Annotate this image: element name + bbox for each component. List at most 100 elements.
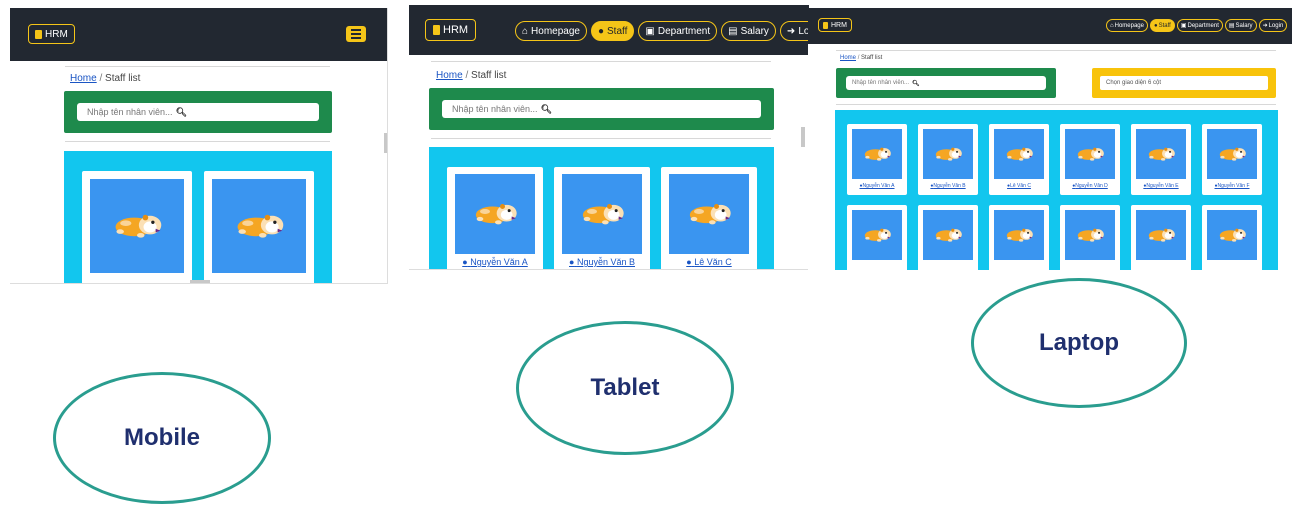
brand-button[interactable]: HRM	[818, 18, 852, 32]
divider	[65, 66, 330, 67]
database-icon	[35, 29, 42, 39]
staff-name-link[interactable]: ● Nguyễn Văn A	[447, 257, 543, 267]
breadcrumb-current: Staff list	[471, 70, 507, 81]
staff-card[interactable]	[1060, 205, 1120, 270]
staff-card[interactable]	[847, 205, 907, 270]
staff-card[interactable]	[204, 171, 314, 283]
staff-name-link[interactable]: ●Nguyễn Văn B	[918, 183, 978, 189]
breadcrumb-home-link[interactable]: Home	[840, 55, 856, 61]
staff-photo	[1136, 129, 1186, 179]
hamburger-icon	[351, 29, 361, 31]
staff-card[interactable]	[918, 205, 978, 270]
staff-grid: ●Nguyễn Văn A ●Nguyễn Văn B ●Lê Văn C ●N…	[835, 110, 1278, 270]
search-input[interactable]: Nhập tên nhân viên... 🔍︎	[846, 76, 1046, 90]
running-hamster-icon	[1006, 147, 1033, 161]
staff-card[interactable]: ● Lê Văn C	[661, 167, 757, 269]
nav-staff[interactable]: ● Staff	[590, 21, 635, 41]
nav-login[interactable]: ➜Login	[1258, 19, 1288, 32]
menu-toggle-button[interactable]	[346, 26, 366, 42]
scrollbar[interactable]	[384, 133, 387, 153]
divider	[836, 50, 1276, 51]
user-circle-icon: ●	[597, 25, 605, 37]
staff-card[interactable]: ●Nguyễn Văn D	[1060, 124, 1120, 195]
nav-department[interactable]: ▣ Department	[1176, 19, 1223, 32]
nav-login[interactable]: ➜Login	[779, 21, 809, 41]
user-circle-icon: ●	[462, 257, 468, 267]
staff-photo	[1136, 210, 1186, 260]
running-hamster-icon	[1148, 147, 1175, 161]
staff-name-link[interactable]: ●Lê Văn C	[989, 183, 1049, 189]
magnifier-icon: 🔍︎	[540, 103, 552, 114]
staff-name-link[interactable]: ●Nguyễn Văn D	[1060, 183, 1120, 189]
running-hamster-icon	[1077, 228, 1104, 242]
layout-selector-panel: Chọn giao diện 6 cột	[1092, 68, 1276, 98]
search-placeholder: Nhập tên nhân viên...	[852, 80, 910, 86]
user-circle-icon: ●	[686, 257, 692, 267]
breadcrumb-separator: /	[857, 55, 860, 61]
staff-photo	[669, 174, 749, 254]
home-icon: ⌂	[522, 25, 529, 37]
running-hamster-icon	[582, 204, 624, 225]
staff-photo	[852, 129, 902, 179]
nav-salary[interactable]: ▤ Salary	[721, 21, 776, 41]
brand-label: HRM	[443, 24, 469, 36]
staff-photo	[1065, 210, 1115, 260]
nav-staff[interactable]: ● Staff	[1149, 19, 1175, 32]
mobile-label: Mobile	[53, 372, 271, 504]
staff-photo	[455, 174, 535, 254]
staff-card[interactable]: ● Nguyễn Văn B	[554, 167, 650, 269]
staff-name-link[interactable]: ● Nguyễn Văn B	[554, 257, 650, 267]
search-input[interactable]: Nhập tên nhân viên... 🔍︎	[77, 103, 319, 121]
sign-in-icon: ➜	[786, 25, 796, 37]
brand-button[interactable]: HRM	[28, 24, 75, 44]
horizontal-scrollbar[interactable]	[190, 280, 210, 283]
staff-card[interactable]: ●Lê Văn C	[989, 124, 1049, 195]
search-input[interactable]: Nhập tên nhân viên... 🔍︎	[442, 100, 761, 118]
brand-label: HRM	[831, 21, 847, 29]
nav-homepage[interactable]: ⌂ Homepage	[1106, 19, 1148, 32]
brand-button[interactable]: HRM	[425, 19, 477, 41]
staff-card[interactable]: ●Nguyễn Văn F	[1202, 124, 1262, 195]
sign-in-icon: ➜	[1262, 23, 1268, 29]
breadcrumb-current: Staff list	[861, 55, 883, 61]
user-circle-icon: ●	[1153, 22, 1158, 29]
staff-name-link[interactable]: ● Lê Văn C	[661, 257, 757, 267]
search-placeholder: Nhập tên nhân viên...	[452, 104, 538, 114]
scrollbar[interactable]	[801, 127, 805, 147]
home-icon: ⌂	[1110, 22, 1114, 29]
staff-photo	[1207, 210, 1257, 260]
staff-name-link[interactable]: ●Nguyễn Văn F	[1202, 183, 1262, 189]
nav-department[interactable]: ▣ Department	[638, 21, 718, 41]
staff-card[interactable]: ● Nguyễn Văn A	[447, 167, 543, 269]
navbar: HRM	[10, 8, 387, 61]
staff-photo	[994, 129, 1044, 179]
running-hamster-icon	[237, 214, 284, 238]
staff-card[interactable]: ●Nguyễn Văn E	[1131, 124, 1191, 195]
breadcrumb-home-link[interactable]: Home	[70, 73, 97, 84]
nav-salary[interactable]: ▤ Salary	[1224, 19, 1257, 32]
staff-card[interactable]	[1131, 205, 1191, 270]
staff-photo	[923, 129, 973, 179]
nav-homepage[interactable]: ⌂ Homepage	[515, 21, 587, 41]
staff-card[interactable]	[989, 205, 1049, 270]
running-hamster-icon	[1219, 147, 1246, 161]
running-hamster-icon	[864, 147, 891, 161]
breadcrumb: Home / Staff list	[840, 55, 882, 61]
column-layout-select[interactable]: Chọn giao diện 6 cột	[1100, 76, 1268, 90]
running-hamster-icon	[1148, 228, 1175, 242]
running-hamster-icon	[935, 147, 962, 161]
staff-card[interactable]	[1202, 205, 1262, 270]
divider	[65, 141, 330, 142]
staff-card[interactable]	[82, 171, 192, 283]
staff-name-link[interactable]: ●Nguyễn Văn A	[847, 183, 907, 189]
id-card-icon: ▣	[1180, 23, 1187, 29]
laptop-label: Laptop	[971, 278, 1187, 408]
breadcrumb-home-link[interactable]: Home	[436, 70, 463, 81]
running-hamster-icon	[1077, 147, 1104, 161]
staff-name-link[interactable]: ●Nguyễn Văn E	[1131, 183, 1191, 189]
staff-photo	[1065, 129, 1115, 179]
staff-card[interactable]: ●Nguyễn Văn A	[847, 124, 907, 195]
staff-card[interactable]: ●Nguyễn Văn B	[918, 124, 978, 195]
mobile-screenshot: HRM Home / Staff list Nhập tên nhân viên…	[10, 8, 388, 284]
running-hamster-icon	[935, 228, 962, 242]
